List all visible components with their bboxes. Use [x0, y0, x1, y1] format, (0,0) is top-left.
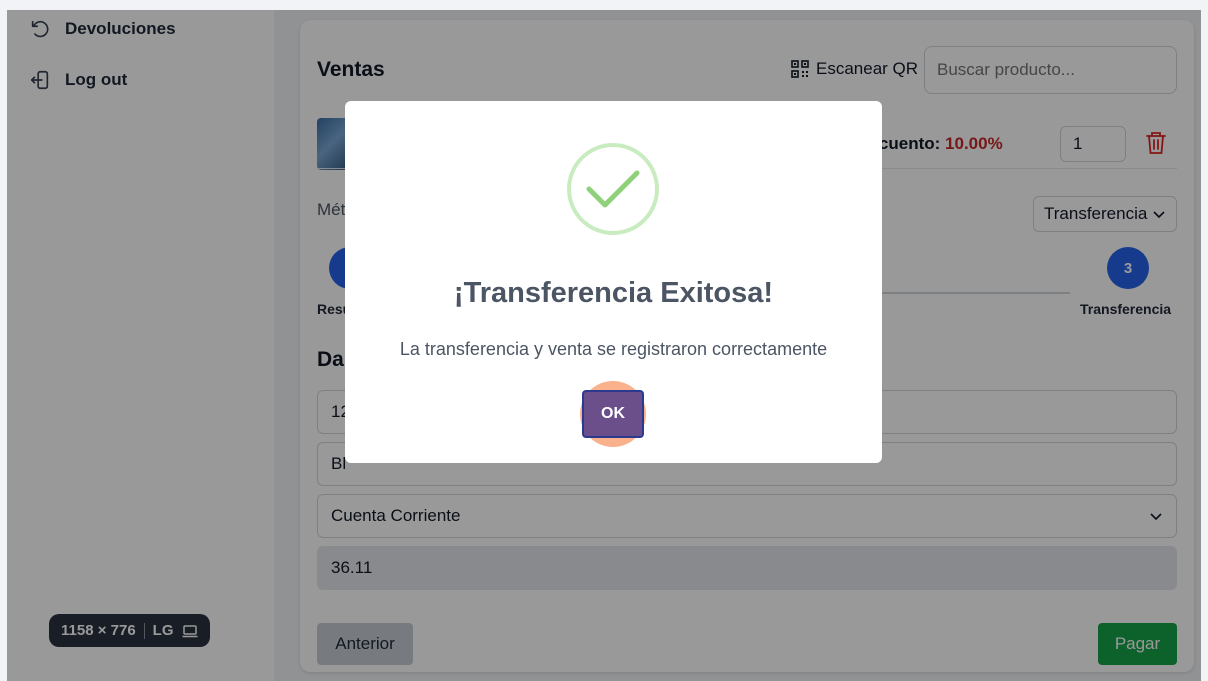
dialog-title: ¡Transferencia Exitosa!	[453, 277, 774, 309]
success-dialog: ¡Transferencia Exitosa! La transferencia…	[345, 101, 882, 463]
left-margin	[0, 0, 7, 681]
success-icon	[567, 143, 659, 235]
checkmark-icon	[586, 170, 640, 208]
dialog-message: La transferencia y venta se registraron …	[399, 339, 828, 359]
top-margin	[0, 0, 1208, 10]
ok-button[interactable]: OK	[582, 390, 644, 438]
right-margin	[1201, 0, 1208, 681]
app-window: Devoluciones Log out Ventas Escanear QR …	[0, 0, 1208, 681]
